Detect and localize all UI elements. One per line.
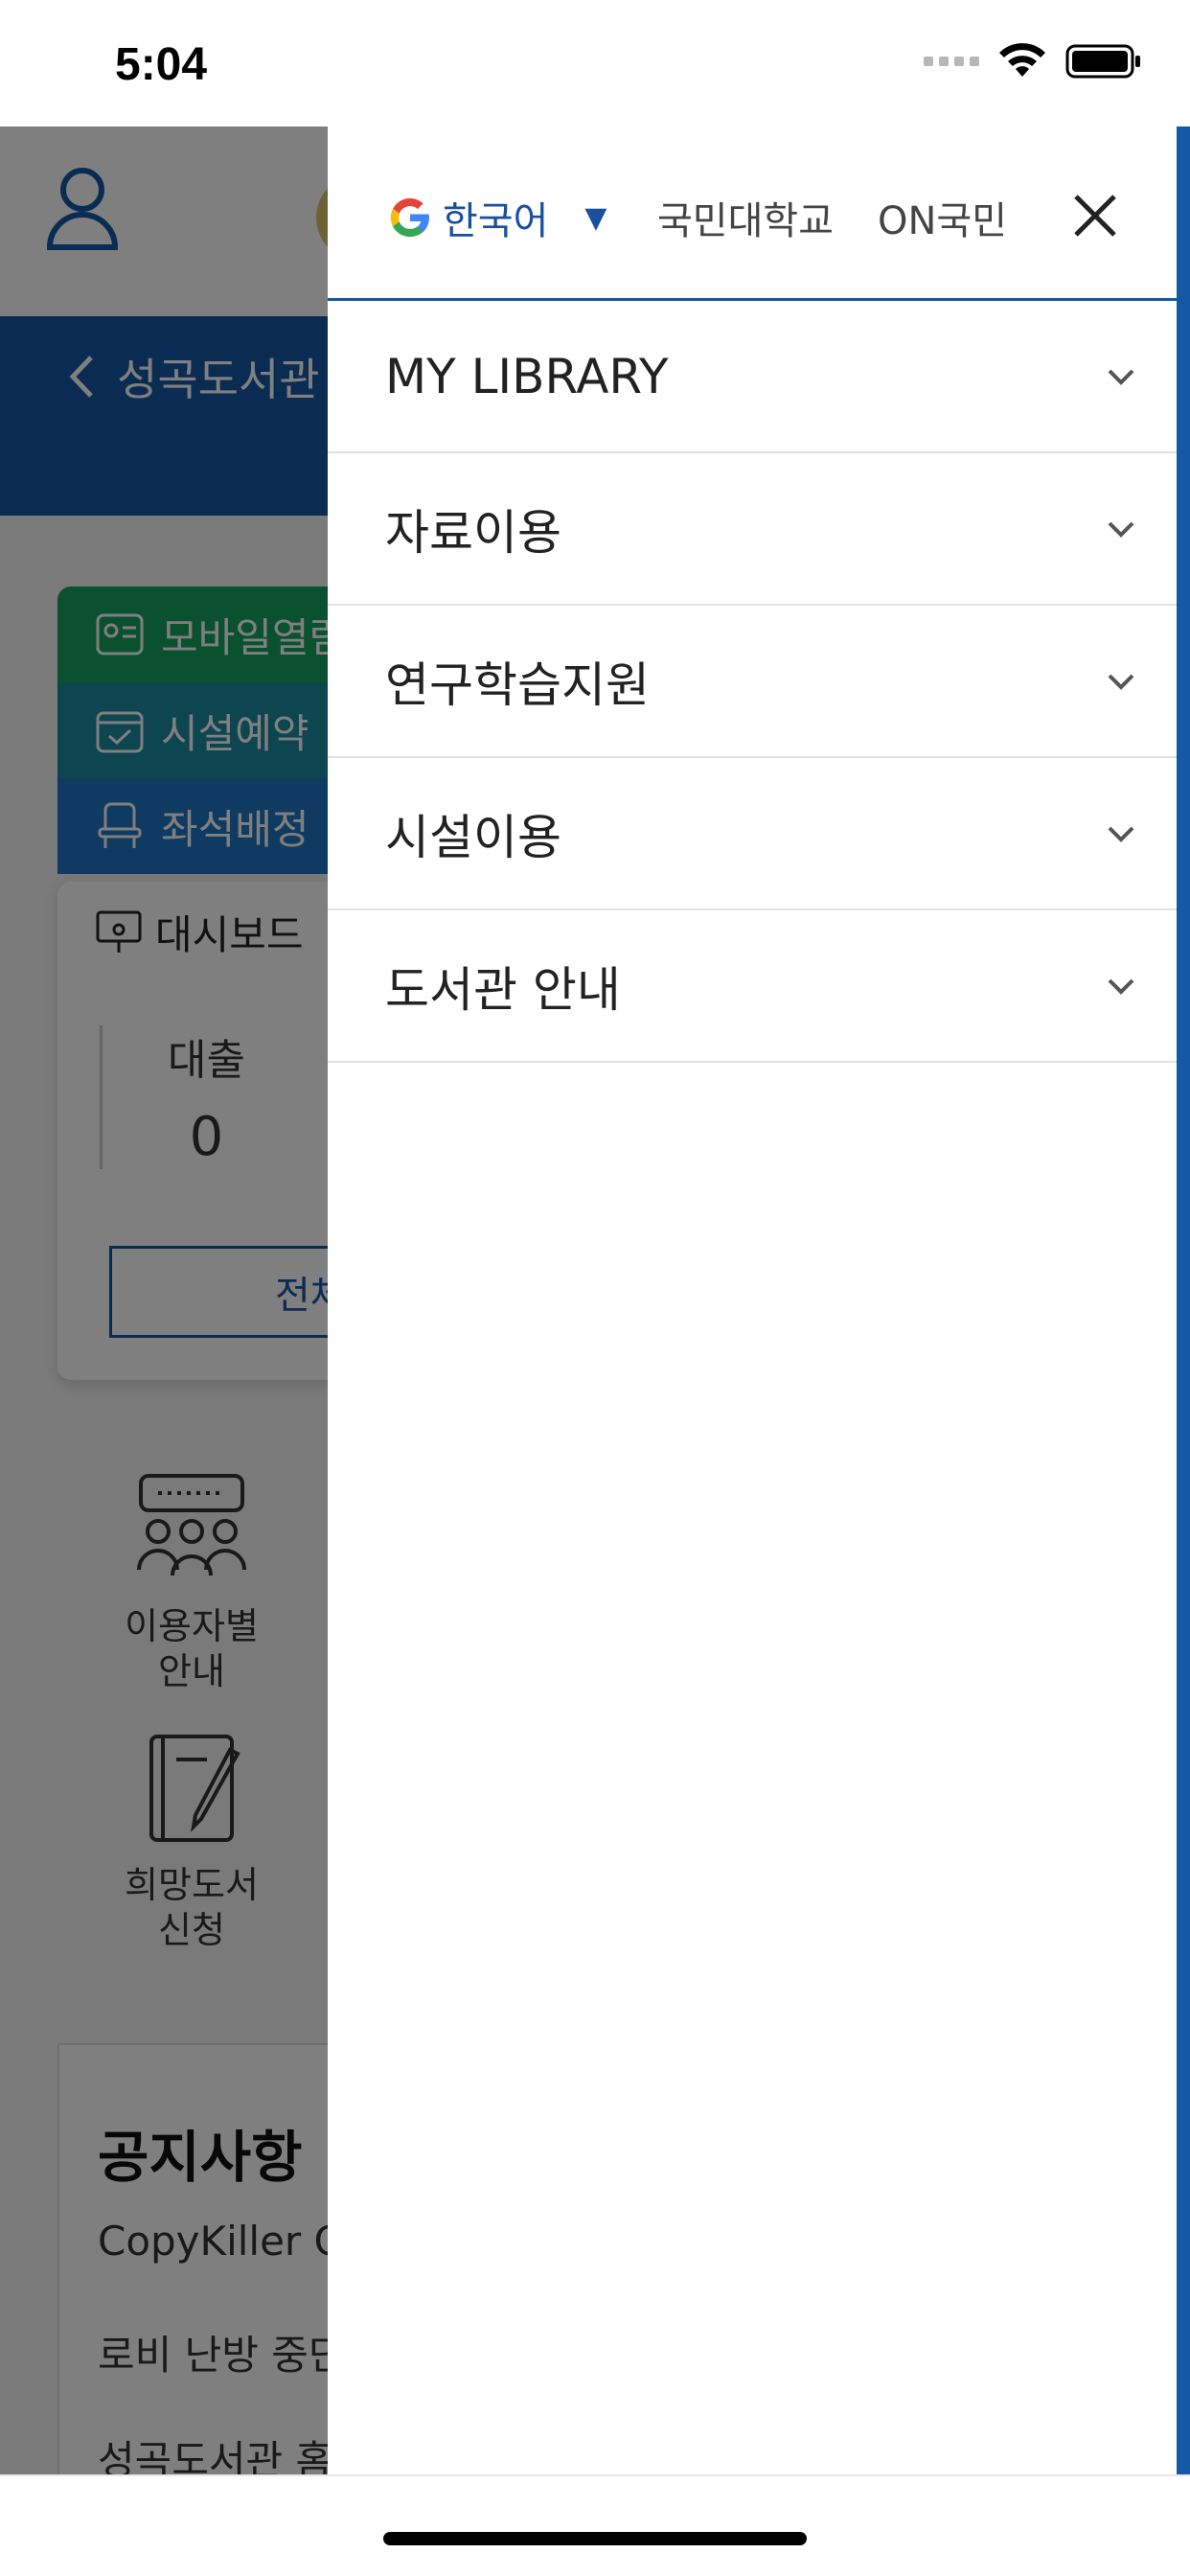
cellular-signal-icon [924,57,979,66]
language-selector[interactable]: 한국어 ▼ [387,190,606,245]
home-indicator[interactable] [383,2532,807,2545]
chevron-down-icon [1108,674,1134,690]
close-button[interactable] [1062,182,1129,249]
caret-down-icon: ▼ [584,200,607,235]
link-on-kookmin[interactable]: ON국민 [878,190,1007,245]
battery-icon [1065,44,1140,79]
chevron-down-icon [1108,521,1134,538]
side-drawer: 한국어 ▼ 국민대학교 ON국민 MY LIBRARY 자료이용 연구학습지원 [328,126,1177,2474]
chevron-down-icon [1108,369,1134,385]
drawer-menu: MY LIBRARY 자료이용 연구학습지원 시설이용 도서관 안내 [328,301,1177,1063]
drawer-header: 한국어 ▼ 국민대학교 ON국민 [328,126,1177,301]
chevron-down-icon [1108,826,1134,842]
language-label: 한국어 [443,199,549,243]
google-g-icon [391,198,429,237]
menu-item-library-guide[interactable]: 도서관 안내 [328,910,1177,1063]
bottom-safe-area [0,2474,1190,2576]
menu-item-research-support[interactable]: 연구학습지원 [328,606,1177,758]
status-icons [924,42,1142,80]
status-time: 5:04 [115,39,208,90]
menu-item-materials[interactable]: 자료이용 [328,453,1177,606]
close-icon [1074,195,1116,237]
drawer-edge-rail [1177,126,1190,2474]
chevron-down-icon [1108,978,1134,995]
menu-item-my-library[interactable]: MY LIBRARY [328,301,1177,453]
status-bar: 5:04 [0,0,1190,126]
wifi-icon [999,43,1045,77]
menu-item-facilities[interactable]: 시설이용 [328,758,1177,910]
link-kookmin-university[interactable]: 국민대학교 [657,190,834,245]
